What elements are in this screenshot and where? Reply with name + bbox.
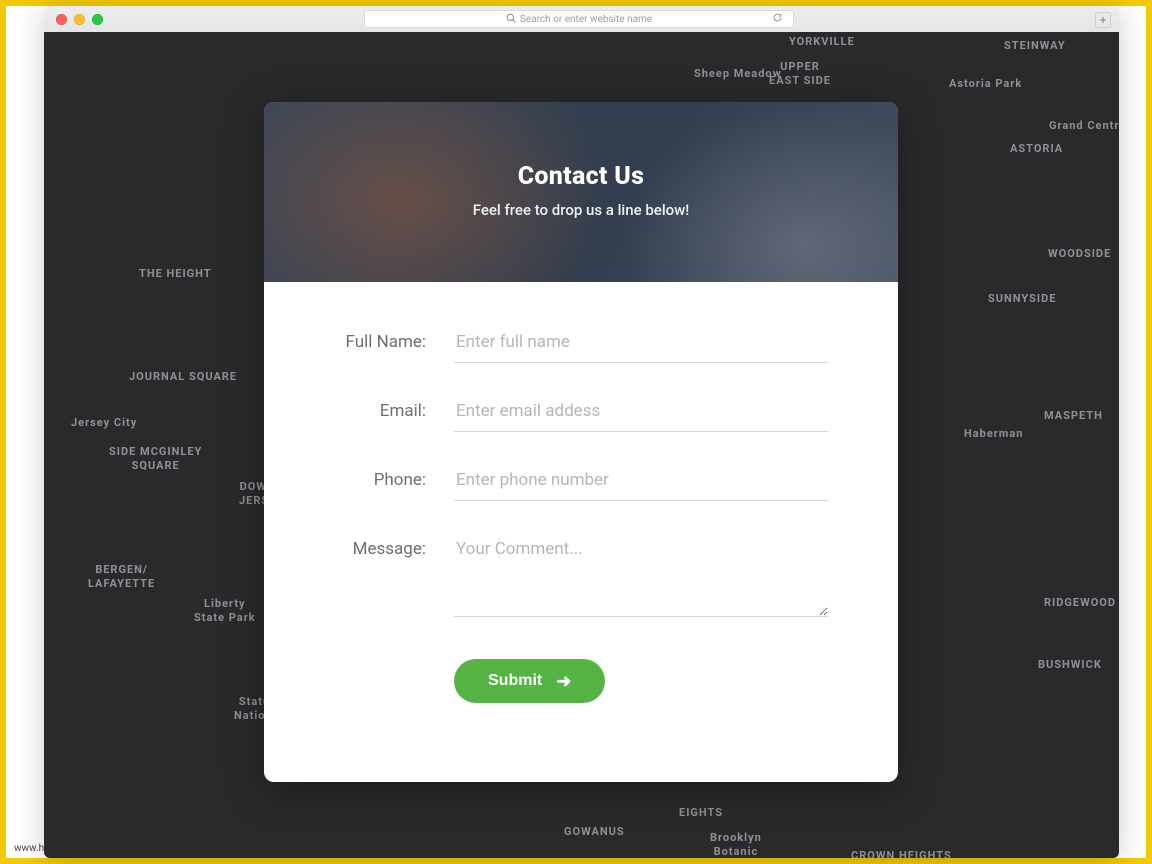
map-label: YORKVILLE (789, 35, 855, 49)
phone-input[interactable] (454, 468, 828, 501)
contact-form: Full Name: Email: Phone: Message: (264, 282, 898, 733)
row-email: Email: (334, 399, 828, 432)
page-background: YORKVILLESTEINWAYSheep MeadowUPPER EAST … (44, 32, 1119, 858)
full-name-input[interactable] (454, 330, 828, 363)
browser-window: Search or enter website name + YORKVILLE… (44, 6, 1119, 858)
label-message: Message: (334, 537, 454, 559)
map-label: EIGHTS (679, 806, 723, 820)
white-border: www.heritagechristiancollege.com Search … (6, 6, 1146, 858)
outer-frame: www.heritagechristiancollege.com Search … (0, 0, 1152, 864)
row-full-name: Full Name: (334, 330, 828, 363)
map-label: SIDE MCGINLEY SQUARE (109, 445, 202, 474)
map-label: STEINWAY (1004, 39, 1066, 53)
email-input[interactable] (454, 399, 828, 432)
submit-button-label: Submit (488, 672, 542, 690)
submit-button[interactable]: Submit ➜ (454, 659, 605, 703)
page-title: Contact Us (264, 162, 898, 191)
row-message: Message: (334, 537, 828, 621)
map-label: Astoria Park (949, 77, 1022, 91)
map-label: Jersey City (71, 416, 137, 430)
close-window-button[interactable] (56, 14, 67, 25)
map-label: RIDGEWOOD (1044, 596, 1116, 610)
map-label: Haberman (964, 427, 1023, 441)
reload-icon[interactable] (772, 12, 783, 26)
map-label: Brooklyn Botanic (710, 831, 762, 858)
address-bar[interactable]: Search or enter website name (364, 10, 794, 28)
map-label: WOODSIDE (1048, 247, 1111, 261)
search-icon (506, 13, 516, 26)
map-label: Grand Central Pk (1049, 119, 1119, 133)
map-label: SUNNYSIDE (988, 292, 1056, 306)
row-phone: Phone: (334, 468, 828, 501)
page-subtitle: Feel free to drop us a line below! (264, 201, 898, 219)
card-header-text: Contact Us Feel free to drop us a line b… (264, 162, 898, 219)
map-label: THE HEIGHT (139, 267, 212, 281)
label-full-name: Full Name: (334, 330, 454, 352)
browser-chrome: Search or enter website name + (44, 6, 1119, 32)
address-bar-placeholder: Search or enter website name (520, 14, 652, 25)
map-label: CROWN HEIGHTS (851, 849, 952, 858)
map-label: Liberty State Park (194, 597, 256, 626)
map-label: BERGEN/ LAFAYETTE (88, 563, 155, 592)
map-label: BUSHWICK (1038, 658, 1102, 672)
card-header: Contact Us Feel free to drop us a line b… (264, 102, 898, 282)
label-email: Email: (334, 399, 454, 421)
new-tab-button[interactable]: + (1095, 12, 1111, 28)
window-controls (56, 14, 103, 25)
map-label: MASPETH (1044, 409, 1103, 423)
arrow-right-icon: ➜ (556, 672, 571, 690)
contact-card: Contact Us Feel free to drop us a line b… (264, 102, 898, 782)
map-label: ASTORIA (1010, 142, 1063, 156)
minimize-window-button[interactable] (74, 14, 85, 25)
map-label: JOURNAL SQUARE (129, 370, 237, 384)
fullscreen-window-button[interactable] (92, 14, 103, 25)
map-label: UPPER EAST SIDE (769, 60, 831, 89)
submit-row: Submit ➜ (334, 659, 828, 703)
label-phone: Phone: (334, 468, 454, 490)
message-textarea[interactable] (454, 537, 828, 617)
map-label: GOWANUS (564, 825, 625, 839)
